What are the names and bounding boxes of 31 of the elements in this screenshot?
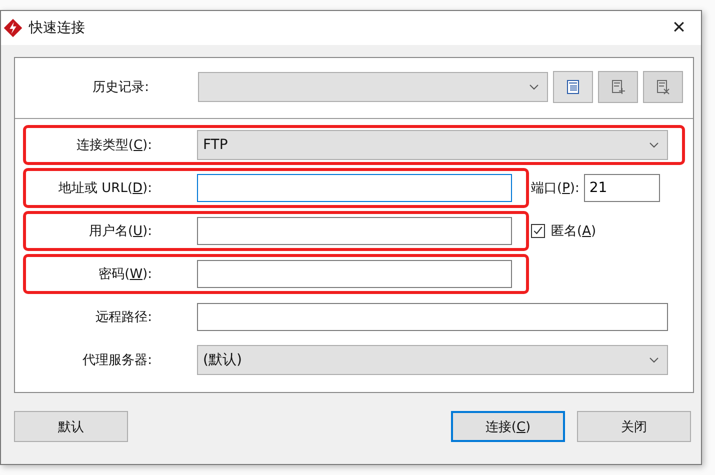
dialog-button[interactable]: 连接(C) xyxy=(451,411,565,442)
add-button[interactable] xyxy=(598,71,638,103)
delete-button[interactable] xyxy=(643,71,683,103)
field-label: 远程路径: xyxy=(94,308,152,326)
field-label: 密码(W): xyxy=(98,266,152,282)
dropdown-field[interactable]: (默认) xyxy=(197,344,668,374)
field-label: 历史记录: xyxy=(92,79,149,96)
input-field[interactable] xyxy=(197,216,512,244)
dialog-button[interactable]: 关闭 xyxy=(577,411,691,442)
input-field[interactable] xyxy=(197,260,512,288)
anonymous-checkbox[interactable] xyxy=(531,224,545,238)
caret-icon xyxy=(529,84,539,90)
field-label: 连接类型(C): xyxy=(75,136,152,154)
input-field[interactable] xyxy=(197,174,512,202)
field-label: 地址或 URL(D): xyxy=(58,180,152,196)
field-label: 用户名(U): xyxy=(88,222,152,240)
input-field[interactable] xyxy=(197,302,668,330)
field-label: 代理服务器: xyxy=(82,352,152,368)
close-button[interactable]: ✕ xyxy=(657,11,701,45)
add-list-icon xyxy=(610,79,626,95)
checkbox-label: 匿名(A) xyxy=(551,222,596,240)
window-title: 快速连接 xyxy=(29,19,86,37)
list-icon xyxy=(565,79,581,95)
tool-button[interactable] xyxy=(553,71,593,103)
dropdown-field[interactable]: FTP xyxy=(197,130,668,160)
caret-icon xyxy=(649,142,659,148)
dialog-button[interactable]: 默认 xyxy=(14,411,128,442)
delete-list-icon xyxy=(655,79,671,95)
port-field[interactable]: 21 xyxy=(584,174,660,202)
caret-icon xyxy=(649,356,659,362)
port-label: 端口(P): xyxy=(531,180,580,196)
